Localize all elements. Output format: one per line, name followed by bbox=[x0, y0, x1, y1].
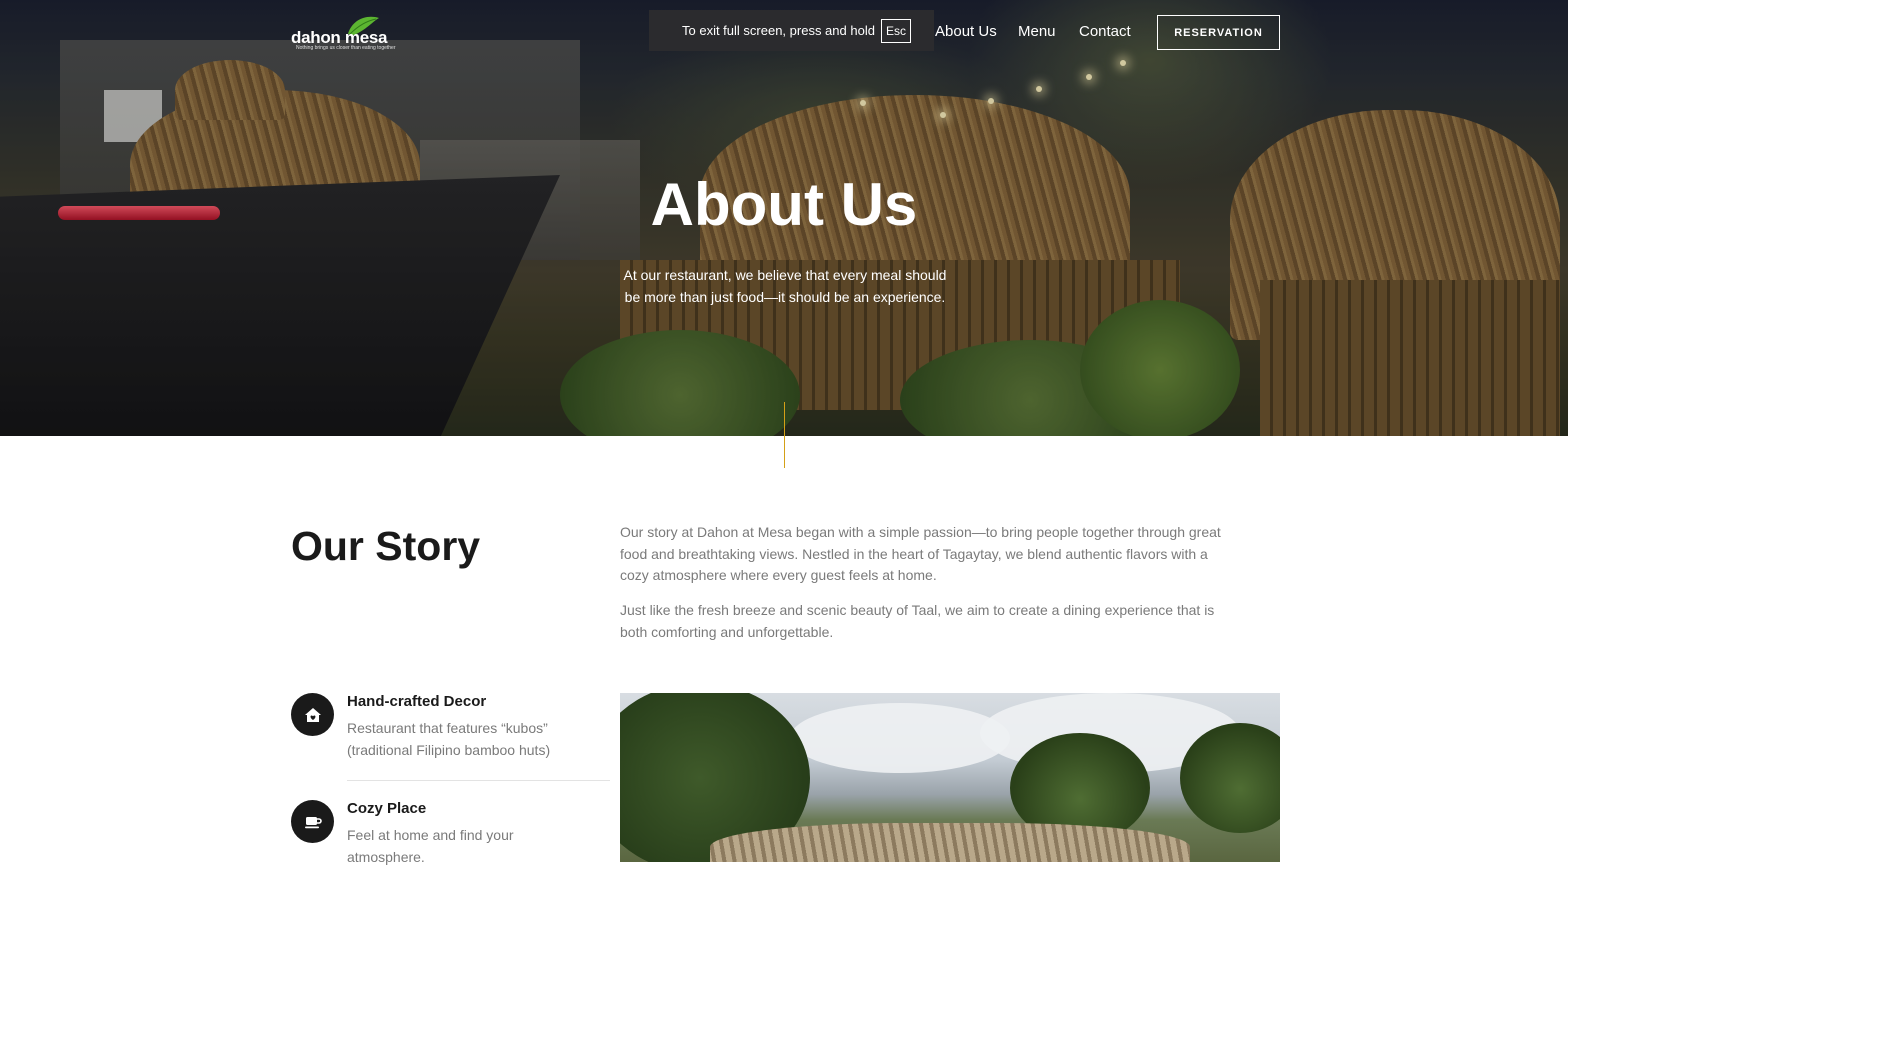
nav-menu[interactable]: Menu bbox=[1018, 23, 1056, 40]
brand-tagline: Nothing brings us closer than eating tog… bbox=[296, 45, 396, 51]
hero-banner: dahon mesa Nothing brings us closer than… bbox=[0, 0, 1568, 436]
feature-title: Cozy Place bbox=[347, 800, 427, 817]
nav-about-us[interactable]: About Us bbox=[935, 23, 997, 40]
photo-cloud bbox=[790, 703, 1010, 773]
fullscreen-notice-text: To exit full screen, press and hold bbox=[682, 23, 875, 38]
esc-key-badge: Esc bbox=[880, 18, 911, 43]
story-paragraph: Our story at Dahon at Mesa began with a … bbox=[620, 524, 1221, 583]
reservation-button[interactable]: RESERVATION bbox=[1157, 15, 1280, 50]
feature-divider bbox=[347, 780, 610, 781]
home-heart-icon bbox=[291, 693, 334, 736]
photo-hut-roofs bbox=[710, 823, 1190, 862]
fullscreen-notice: To exit full screen, press and hold Esc bbox=[649, 10, 934, 51]
story-title: Our Story bbox=[291, 523, 481, 569]
page-title: About Us bbox=[650, 171, 918, 238]
brand-logo[interactable]: dahon mesa Nothing brings us closer than… bbox=[291, 14, 411, 54]
hero-subtitle: At our restaurant, we believe that every… bbox=[623, 267, 947, 305]
restaurant-photo bbox=[620, 693, 1280, 862]
feature-title: Hand-crafted Decor bbox=[347, 693, 487, 710]
coffee-cup-icon bbox=[291, 800, 334, 843]
accent-divider-line bbox=[784, 402, 785, 468]
feature-description: Restaurant that features “kubos” (tradit… bbox=[347, 720, 551, 758]
story-paragraph: Just like the fresh breeze and scenic be… bbox=[620, 602, 1215, 640]
nav-contact[interactable]: Contact bbox=[1079, 23, 1131, 40]
feature-description: Feel at home and find your atmosphere. bbox=[347, 827, 514, 865]
